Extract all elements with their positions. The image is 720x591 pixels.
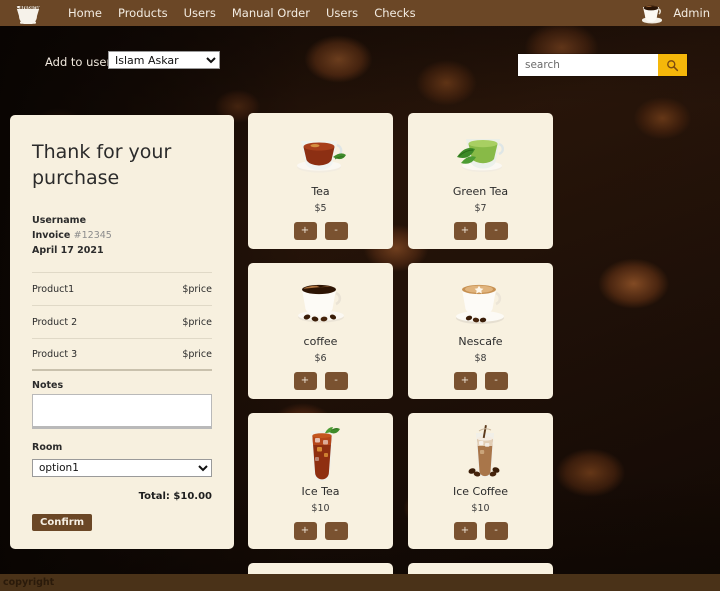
- product-qty-controls: + -: [293, 372, 348, 390]
- product-name: coffee: [303, 335, 338, 348]
- receipt-line-price: $price: [182, 316, 212, 328]
- receipt-meta: Username Invoice #12345 April 17 2021: [32, 213, 212, 258]
- product-price: $7: [474, 203, 487, 214]
- navbar: Cafeteria Home Products Users Manual Ord…: [0, 0, 720, 26]
- remove-item-button[interactable]: -: [324, 222, 348, 240]
- product-name: Ice Coffee: [452, 485, 509, 498]
- green-tea-cup-art: [456, 139, 504, 172]
- product-price: $10: [471, 503, 490, 514]
- nav-links: Home Products Users Manual Order Users C…: [68, 6, 416, 20]
- receipt-line-price: $price: [182, 283, 212, 295]
- product-qty-controls: + -: [293, 522, 348, 540]
- product-price: $5: [314, 203, 327, 214]
- product-qty-controls: + -: [293, 222, 348, 240]
- remove-item-button[interactable]: -: [484, 222, 508, 240]
- receipt-line-items: Product1 $price Product 2 $price Product…: [32, 272, 212, 371]
- search-icon: [667, 59, 679, 71]
- tea-cup-art: [296, 141, 346, 173]
- receipt-line-name: Product1: [32, 283, 75, 295]
- ice-tea-glass-art: [310, 427, 340, 481]
- receipt-line-name: Product 2: [32, 316, 78, 328]
- add-item-button[interactable]: +: [453, 372, 477, 390]
- product-qty-controls: + -: [453, 222, 508, 240]
- product-name: Ice Tea: [301, 485, 340, 498]
- notes-label: Notes: [32, 380, 64, 391]
- nav-username: Admin: [673, 6, 710, 20]
- add-item-button[interactable]: +: [293, 222, 317, 240]
- receipt-panel: Thank for your purchase Username Invoice…: [10, 115, 234, 549]
- product-name: Green Tea: [452, 185, 509, 198]
- receipt-username: Username: [32, 215, 87, 226]
- receipt-line-item: Product 2 $price: [32, 305, 212, 338]
- coffee-cup-avatar-icon: [642, 5, 663, 24]
- receipt-line-name: Product 3: [32, 348, 78, 360]
- remove-item-button[interactable]: -: [324, 372, 348, 390]
- add-item-button[interactable]: +: [293, 522, 317, 540]
- brand-logo[interactable]: Cafeteria: [6, 0, 52, 26]
- product-price: $10: [311, 503, 330, 514]
- receipt-invoice: Invoice #12345: [32, 228, 212, 243]
- brand-text: Cafeteria: [15, 5, 41, 11]
- remove-item-button[interactable]: -: [484, 522, 508, 540]
- add-item-button[interactable]: +: [453, 522, 477, 540]
- receipt-line-item: Product1 $price: [32, 272, 212, 305]
- room-label: Room: [32, 442, 63, 453]
- add-item-button[interactable]: +: [453, 222, 477, 240]
- add-to-user-label: Add to user: [45, 55, 112, 69]
- ice-coffee-glass-art: [468, 425, 499, 478]
- confirm-button[interactable]: Confirm: [32, 514, 93, 531]
- nav-user-area[interactable]: Admin: [639, 1, 710, 25]
- nav-link-products[interactable]: Products: [118, 6, 168, 20]
- nescafe-cup-art: [455, 284, 504, 324]
- receipt-title: Thank for your purchase: [32, 141, 172, 189]
- nav-link-home[interactable]: Home: [68, 6, 102, 20]
- room-select[interactable]: option1: [32, 459, 212, 477]
- product-grid: Tea $5 + - Green Tea $7 + - coffee $6 + …: [248, 113, 712, 591]
- nav-link-users-2[interactable]: Users: [326, 6, 358, 20]
- receipt-line-price: $price: [182, 348, 212, 360]
- coffee-cup-art: [297, 284, 344, 323]
- footer: copyright: [0, 574, 720, 591]
- notes-input[interactable]: [32, 394, 212, 429]
- product-qty-controls: + -: [453, 372, 508, 390]
- receipt-invoice-label: Invoice: [32, 230, 74, 241]
- product-price: $8: [474, 353, 487, 364]
- product-card-ice-coffee[interactable]: Ice Coffee $10 + -: [408, 413, 553, 549]
- product-card-nescafe[interactable]: Nescafe $8 + -: [408, 263, 553, 399]
- product-name: Nescafe: [458, 335, 503, 348]
- product-name: Tea: [311, 185, 330, 198]
- nav-link-checks[interactable]: Checks: [374, 6, 415, 20]
- product-card-tea[interactable]: Tea $5 + -: [248, 113, 393, 249]
- nav-link-manual-order[interactable]: Manual Order: [232, 6, 310, 20]
- product-price: $6: [314, 353, 327, 364]
- remove-item-button[interactable]: -: [484, 372, 508, 390]
- product-card-green-tea[interactable]: Green Tea $7 + -: [408, 113, 553, 249]
- add-item-button[interactable]: +: [293, 372, 317, 390]
- receipt-invoice-number: #12345: [73, 230, 112, 241]
- total-amount: Total: $10.00: [138, 491, 212, 502]
- search-bar: [518, 54, 687, 76]
- receipt-line-item: Product 3 $price: [32, 338, 212, 371]
- product-card-ice-tea[interactable]: Ice Tea $10 + -: [248, 413, 393, 549]
- search-button[interactable]: [658, 54, 687, 76]
- product-qty-controls: + -: [453, 522, 508, 540]
- toolbar: Add to user Islam Askar: [0, 50, 720, 82]
- search-input[interactable]: [518, 54, 658, 76]
- receipt-date: April 17 2021: [32, 245, 104, 256]
- user-select[interactable]: Islam Askar: [108, 51, 220, 69]
- nav-link-users[interactable]: Users: [184, 6, 216, 20]
- product-card-coffee[interactable]: coffee $6 + -: [248, 263, 393, 399]
- remove-item-button[interactable]: -: [324, 522, 348, 540]
- copyright-text: copyright: [3, 577, 55, 588]
